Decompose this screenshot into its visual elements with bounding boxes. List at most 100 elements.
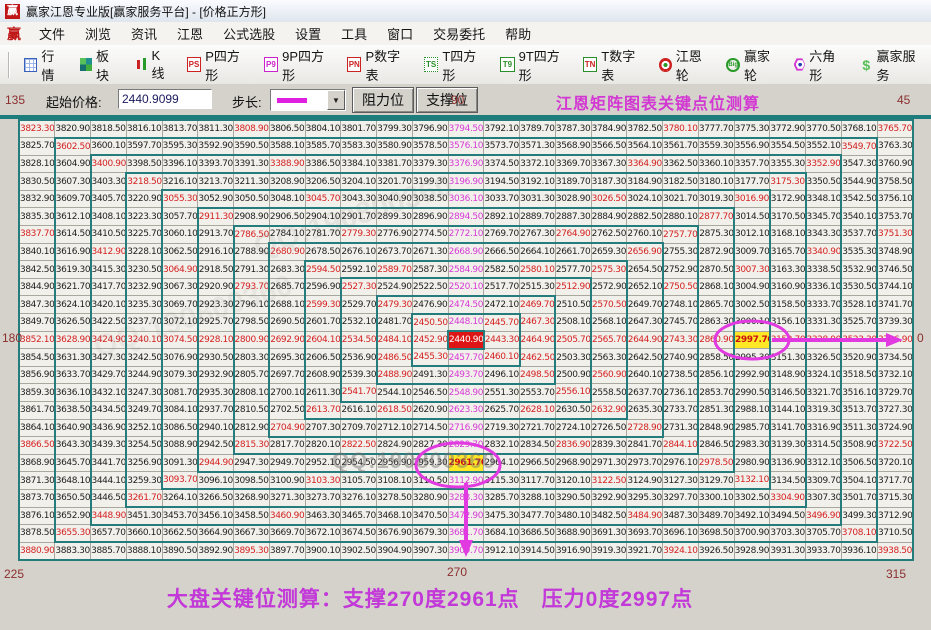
grid-cell: 3609.70 (55, 190, 91, 208)
grid-cell: 3184.90 (627, 173, 663, 191)
menu-item-设置[interactable]: 设置 (285, 22, 331, 45)
grid-cell: 3842.50 (19, 261, 55, 279)
toolbar-item-赢家服务[interactable]: $赢家服务 (852, 45, 931, 84)
grid-cell: 2772.10 (448, 226, 484, 244)
grid-cell: 3938.50 (877, 542, 913, 560)
grid-cell: 3532.90 (841, 261, 877, 279)
grid-cell: 2630.50 (555, 402, 591, 420)
grid-cell: 3139.30 (770, 437, 806, 455)
grid-cell: 2726.50 (591, 419, 627, 437)
menu-item-江恩[interactable]: 江恩 (167, 22, 213, 45)
grid-cell: 3040.90 (377, 190, 413, 208)
toolbar-item-赢家轮[interactable]: Big赢家轮 (718, 45, 785, 84)
resistance-button[interactable]: 阻力位 (352, 87, 414, 113)
grid-cell: 3012.10 (734, 226, 770, 244)
grid-cell: 2966.50 (520, 454, 556, 472)
step-select[interactable]: ▼ (270, 89, 346, 111)
grid-cell: 2848.90 (698, 419, 734, 437)
grid-cell: 2752.90 (663, 261, 699, 279)
grid-cell: 3928.90 (734, 542, 770, 560)
grid-cell: 3362.50 (663, 155, 699, 173)
toolbar-item-K线[interactable]: K线 (127, 45, 179, 84)
grid-cell: 3120.10 (555, 472, 591, 490)
grid-cell: 3304.90 (770, 489, 806, 507)
grid-cell: 3352.90 (806, 155, 842, 173)
grid-cell: 3110.50 (412, 472, 448, 490)
hexagon-icon (794, 58, 806, 71)
grid-cell: 3002.50 (734, 296, 770, 314)
grid-cell: 2448.10 (448, 314, 484, 332)
grid-cell: 3448.90 (91, 507, 127, 525)
grid-cell: 2745.70 (663, 314, 699, 332)
grid-cell: 2541.70 (341, 384, 377, 402)
menu-item-交易委托[interactable]: 交易委托 (423, 22, 495, 45)
grid-cell: 3218.50 (126, 173, 162, 191)
grid-cell: 3895.30 (234, 542, 270, 560)
grid-cell: 3847.30 (19, 296, 55, 314)
grid-cell: 3141.70 (770, 419, 806, 437)
menu-item-工具[interactable]: 工具 (331, 22, 377, 45)
toolbar-item-P数字表[interactable]: PNP数字表 (339, 45, 416, 84)
grid-cell: 2709.70 (341, 419, 377, 437)
grid-cell: 2508.10 (555, 314, 591, 332)
grid-cell: 3885.70 (91, 542, 127, 560)
grid-cell: 2551.30 (484, 384, 520, 402)
grid-cell: 2649.70 (627, 296, 663, 314)
menu-item-公式选股[interactable]: 公式选股 (213, 22, 285, 45)
grid-cell: 2520.10 (448, 278, 484, 296)
toolbar-item-label: P数字表 (365, 46, 407, 84)
toolbar-item-行情[interactable]: 行情 (16, 45, 72, 84)
grid-cell: 3511.30 (841, 419, 877, 437)
grid-cell: 3088.90 (162, 437, 198, 455)
grid-cell: 3667.30 (234, 525, 270, 543)
grid-cell: 3794.50 (448, 120, 484, 138)
toolbar-item-P四方形[interactable]: PSP四方形 (179, 45, 256, 84)
toolbar-item-六角形[interactable]: 六角形 (786, 45, 852, 84)
toolbar-item-T四方形[interactable]: TST四方形 (416, 45, 492, 84)
grid-cell: 3312.10 (806, 454, 842, 472)
support-button[interactable]: 支撑位 (416, 87, 478, 113)
toolbar-item-板块[interactable]: 板块 (72, 45, 127, 84)
grid-cell: 3122.50 (591, 472, 627, 490)
start-price-label: 起始价格: (46, 92, 102, 111)
grid-cell: 2690.50 (269, 314, 305, 332)
grid-cell: 3561.70 (663, 138, 699, 156)
menu-item-浏览[interactable]: 浏览 (75, 22, 121, 45)
grid-cell: 3194.50 (484, 173, 520, 191)
grid-cell: 3628.90 (55, 331, 91, 349)
toolbar-item-9T四方形[interactable]: T99T四方形 (492, 45, 575, 84)
grid-cell: 2872.90 (698, 243, 734, 261)
menu-item-资讯[interactable]: 资讯 (121, 22, 167, 45)
toolbar-item-9P四方形[interactable]: P99P四方形 (256, 45, 339, 84)
toolbar-item-江恩轮[interactable]: 江恩轮 (651, 45, 718, 84)
grid-cell: 3189.70 (555, 173, 591, 191)
grid-cell: 3612.10 (55, 208, 91, 226)
grid-cell: 2764.90 (555, 226, 591, 244)
grid-cell: 2995.30 (734, 349, 770, 367)
grid-cell: 3724.90 (877, 419, 913, 437)
toolbar-item-T数字表[interactable]: TNT数字表 (575, 45, 651, 84)
menu-item-窗口[interactable]: 窗口 (377, 22, 423, 45)
grid-cell: 3132.10 (734, 472, 770, 490)
grid-cell: 3093.70 (162, 472, 198, 490)
grid-cell: 2544.10 (377, 384, 413, 402)
grid-cell: 2532.10 (341, 314, 377, 332)
menu-item-文件[interactable]: 文件 (29, 22, 75, 45)
grid-cell: 3501.70 (841, 489, 877, 507)
start-price-input[interactable] (118, 89, 212, 109)
grid-cell: 2467.30 (520, 314, 556, 332)
grid-cell: 3729.70 (877, 384, 913, 402)
grid-cell: 3756.10 (877, 190, 913, 208)
grid-cell: 2592.10 (341, 261, 377, 279)
grid-cell: 2659.30 (591, 243, 627, 261)
chevron-down-icon[interactable]: ▼ (327, 90, 345, 110)
grid-cell: 2839.30 (591, 437, 627, 455)
grid-cell: 3292.90 (591, 489, 627, 507)
grid-cell: 2536.90 (341, 349, 377, 367)
grid-cell: 3552.10 (806, 138, 842, 156)
grid-cell: 2824.90 (377, 437, 413, 455)
grid-cell: 2817.70 (269, 437, 305, 455)
grid-cell: 2714.50 (412, 419, 448, 437)
menu-item-帮助[interactable]: 帮助 (495, 22, 541, 45)
grid-cell: 3081.70 (162, 384, 198, 402)
